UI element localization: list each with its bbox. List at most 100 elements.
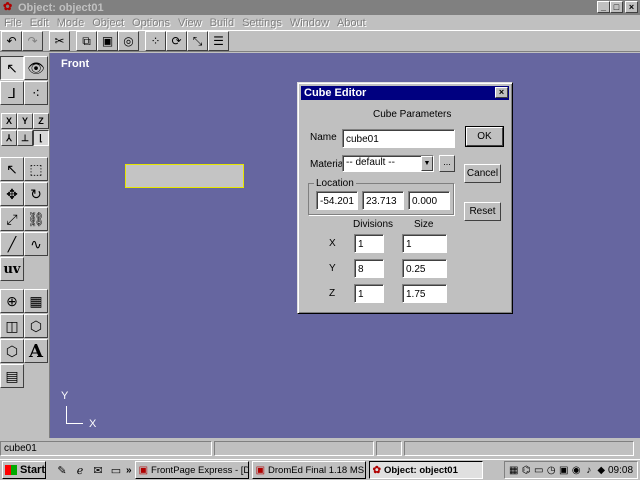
axis-y-button[interactable]: Y [17,113,33,129]
task-dromed-label: DromEd Final 1.18 MS... [268,464,366,476]
select-tool-button[interactable]: ↖ [0,56,24,80]
cylinder-tool-button[interactable]: ◫ [0,314,24,338]
points-icon: ⁖ [31,84,41,101]
marquee-tool-button[interactable]: ⬚ [24,157,48,181]
paste-button[interactable]: ▣ [97,31,118,51]
snap-button[interactable]: ⤡ [187,31,208,51]
divisions-x-input[interactable] [354,234,384,253]
quicklaunch-desktop-icon[interactable]: ▭ [108,462,124,478]
tray-scheduler-icon[interactable]: ◷ [546,464,558,477]
cancel-button[interactable]: Cancel [464,164,501,183]
start-button[interactable]: Start [2,461,46,479]
move-tool-button[interactable]: ✥ [0,182,24,206]
curve-tool-button[interactable]: ∿ [24,232,48,256]
axes-corner-button[interactable]: ⌊ [33,130,49,146]
menu-options[interactable]: Options [128,17,174,29]
dialog-title: Cube Editor [304,87,367,99]
menu-window[interactable]: Window [286,17,333,29]
reset-button[interactable]: Reset [464,202,501,221]
axis-z-button[interactable]: Z [33,113,49,129]
cut-button[interactable]: ✂ [49,31,70,51]
maximize-button[interactable]: □ [610,1,623,13]
axis-x-button[interactable]: X [1,113,17,129]
quicklaunch-pen-icon[interactable]: ✎ [54,462,70,478]
menu-mode[interactable]: Mode [53,17,89,29]
taskbar: Start ✎ ℯ ✉ ▭ » ▣ FrontPage Express - [D… [0,459,640,480]
dialog-close-button[interactable]: × [495,87,508,98]
material-dropdown-button[interactable]: ▼ [421,156,433,171]
quicklaunch-chevron[interactable]: » [126,465,132,476]
line-tool-button[interactable]: ╱ [0,232,24,256]
material-browse-button[interactable]: ... [439,155,455,172]
menu-settings[interactable]: Settings [238,17,286,29]
task-frontpage[interactable]: ▣ FrontPage Express - [D... [134,461,249,479]
name-input[interactable] [342,129,455,148]
menu-file[interactable]: File [0,17,26,29]
text-tool-button[interactable]: A [24,339,48,363]
status-object: cube01 [0,441,212,456]
hexagon-tool-button[interactable]: ⬡ [0,339,24,363]
grid-button[interactable]: ⁘ [145,31,166,51]
axis-y-label: Y [61,390,69,402]
size-header: Size [414,219,434,230]
close-button[interactable]: × [625,1,638,13]
divisions-y-input[interactable] [354,259,384,278]
clock[interactable]: 09:08 [608,465,633,476]
menu-edit[interactable]: Edit [26,17,53,29]
location-x-input[interactable] [316,191,358,210]
tray-connection-icon[interactable]: ⌬ [521,464,533,477]
link-icon: ⛓ [27,210,45,227]
menu-about[interactable]: About [333,17,370,29]
pointer-tool-button[interactable]: ↖ [0,157,24,181]
undo-button[interactable]: ↶ [1,31,22,51]
tray-display-icon[interactable]: ▣ [558,464,570,477]
minimize-button[interactable]: _ [597,1,610,13]
rotate-button[interactable]: ⟳ [166,31,187,51]
tray-monitor-icon[interactable]: ▭ [533,464,545,477]
size-z-input[interactable] [402,284,447,303]
list-button[interactable]: ☰ [208,31,229,51]
menu-view[interactable]: View [174,17,206,29]
section-title: Cube Parameters [373,109,452,120]
location-z-input[interactable] [408,191,450,210]
pointer-icon: ↖ [6,160,18,177]
uv-tool-button[interactable]: uv [0,257,24,281]
redo-button[interactable]: ↷ [22,31,43,51]
disc-button[interactable]: ◎ [118,31,139,51]
divisions-header: Divisions [353,219,394,230]
status-bar: cube01 [0,441,640,457]
divisions-z-input[interactable] [354,284,384,303]
ok-button[interactable]: OK [465,126,504,147]
menu-build[interactable]: Build [206,17,238,29]
cube-object[interactable] [125,164,244,188]
axes-xy-button[interactable]: ⊥ [17,130,33,146]
scale-tool-button[interactable]: ⤢ [0,207,24,231]
dialog-titlebar[interactable]: Cube Editor × [301,86,509,100]
task-object[interactable]: ✿ Object: object01 [368,461,483,479]
axis-tool-button[interactable]: ⅃ [0,81,24,105]
table-tool-button[interactable]: ▤ [0,364,24,388]
size-y-input[interactable] [402,259,447,278]
polyhedron-tool-button[interactable]: ⬡ [24,314,48,338]
location-y-input[interactable] [362,191,404,210]
rotate-icon: ⟳ [171,34,182,48]
link-tool-button[interactable]: ⛓ [24,207,48,231]
mesh-tool-button[interactable]: ▦ [24,289,48,313]
quicklaunch-outlook-icon[interactable]: ✉ [90,462,106,478]
quicklaunch-ie-icon[interactable]: ℯ [72,462,88,478]
menu-object[interactable]: Object [88,17,128,29]
rotate-tool-button[interactable]: ↻ [24,182,48,206]
axes-3d-button[interactable]: ⅄ [1,130,17,146]
view-tool-button[interactable]: 👁 [24,56,48,80]
size-x-input[interactable] [402,234,447,253]
copy-button[interactable]: ⧉ [76,31,97,51]
window-titlebar[interactable]: ✿ Object: object01 _ □ × [0,0,640,15]
tray-volume-icon[interactable]: ◉ [571,464,583,477]
curve-icon: ∿ [30,235,42,252]
tray-network-icon[interactable]: ▦ [508,464,520,477]
points-tool-button[interactable]: ⁖ [24,81,48,105]
task-dromed[interactable]: ▣ DromEd Final 1.18 MS... [251,461,366,479]
sphere-tool-button[interactable]: ⊕ [0,289,24,313]
tray-shield-icon[interactable]: ◆ [596,464,608,477]
tray-speaker-icon[interactable]: ♪ [583,464,595,477]
